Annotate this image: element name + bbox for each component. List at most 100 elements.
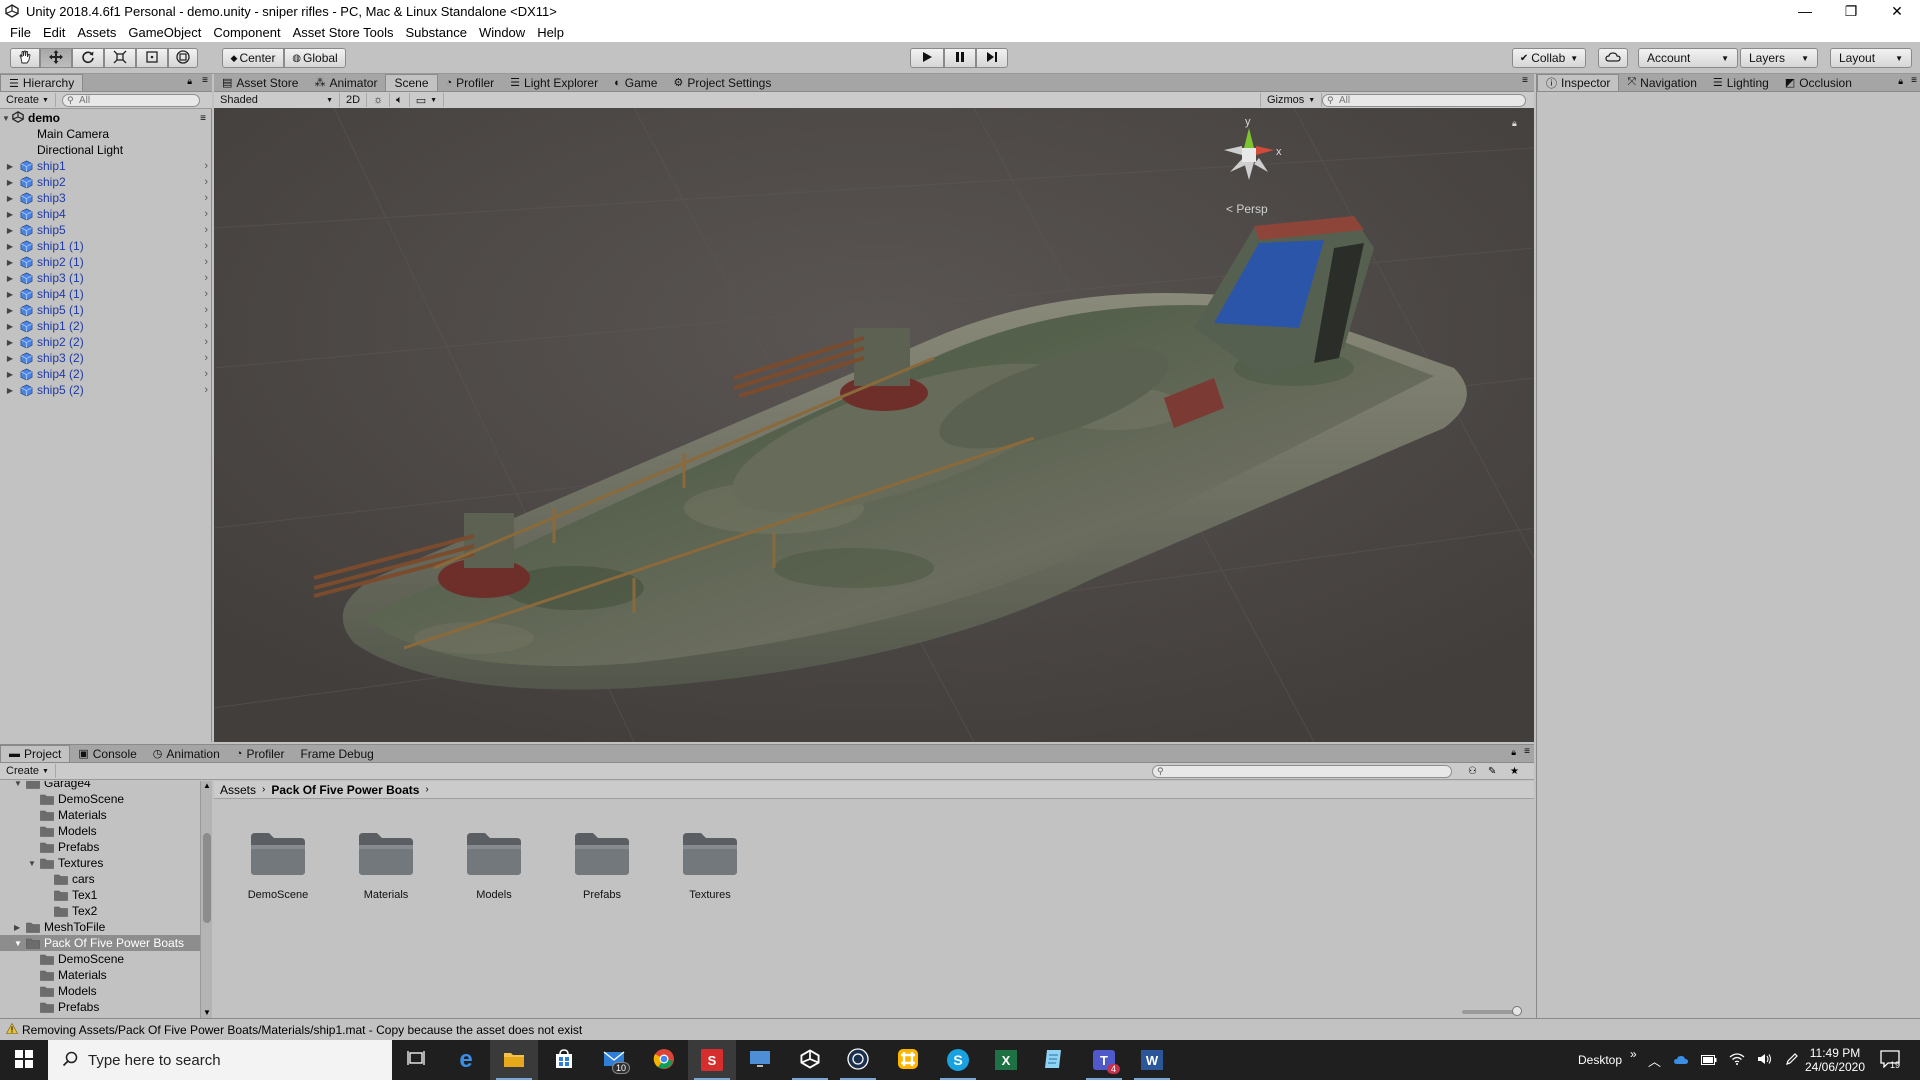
- expand-closed-icon[interactable]: ▶: [0, 210, 20, 219]
- open-prefab-chevron-icon[interactable]: ›: [204, 176, 208, 188]
- taskbar-unity[interactable]: [786, 1040, 834, 1080]
- folder-tree-item[interactable]: Prefabs: [0, 839, 200, 855]
- open-prefab-chevron-icon[interactable]: ›: [204, 304, 208, 316]
- folder-tree-item[interactable]: Tex2: [0, 903, 200, 919]
- open-prefab-chevron-icon[interactable]: ›: [204, 368, 208, 380]
- menu-window[interactable]: Window: [473, 25, 531, 40]
- expand-closed-icon[interactable]: ▶: [0, 258, 20, 267]
- open-prefab-chevron-icon[interactable]: ›: [204, 192, 208, 204]
- panel-menu-icon[interactable]: ≡: [200, 113, 206, 124]
- open-prefab-chevron-icon[interactable]: ›: [204, 336, 208, 348]
- menu-component[interactable]: Component: [207, 25, 286, 40]
- hierarchy-item[interactable]: ▶ ship4 (2) ›: [0, 366, 212, 382]
- rotate-tool-button[interactable]: [72, 48, 104, 68]
- scene-root-row[interactable]: ▼ demo ≡: [0, 110, 212, 126]
- restore-button[interactable]: ❐: [1828, 0, 1874, 22]
- taskbar-mail[interactable]: 10: [590, 1040, 638, 1080]
- action-center-button[interactable]: 19: [1880, 1040, 1900, 1080]
- volume-icon[interactable]: [1757, 1053, 1773, 1068]
- layout-dropdown[interactable]: Layout ▼: [1830, 48, 1912, 68]
- orientation-gizmo[interactable]: y x: [1214, 116, 1284, 190]
- taskbar-store[interactable]: [540, 1040, 588, 1080]
- hierarchy-item[interactable]: ▶ ship3 (1) ›: [0, 270, 212, 286]
- open-prefab-chevron-icon[interactable]: ›: [204, 272, 208, 284]
- expand-closed-icon[interactable]: ▶: [0, 338, 20, 347]
- scene-viewport[interactable]: y x 🔒︎ < Persp: [214, 108, 1534, 742]
- folder-tree-item[interactable]: Models: [0, 983, 200, 999]
- expand-closed-icon[interactable]: ▶: [0, 370, 20, 379]
- status-message[interactable]: Removing Assets/Pack Of Five Power Boats…: [22, 1023, 582, 1037]
- slider-thumb[interactable]: [1512, 1006, 1522, 1016]
- open-prefab-chevron-icon[interactable]: ›: [204, 208, 208, 220]
- pause-button[interactable]: [944, 48, 976, 68]
- menu-file[interactable]: File: [4, 25, 37, 40]
- taskbar-substance[interactable]: S: [688, 1040, 736, 1080]
- battery-icon[interactable]: [1701, 1053, 1717, 1068]
- scene-effects-dropdown[interactable]: ▭ ▼: [410, 93, 445, 107]
- tab-profiler[interactable]: ◔ Profiler: [438, 74, 503, 91]
- taskbar-excel[interactable]: X: [982, 1040, 1030, 1080]
- tab-profiler-bottom[interactable]: ◔ Profiler: [228, 745, 293, 762]
- gizmos-dropdown[interactable]: Gizmos ▼: [1260, 93, 1323, 107]
- tab-console[interactable]: ▣ Console: [70, 745, 144, 762]
- asset-folder-item[interactable]: Models: [444, 819, 544, 905]
- hierarchy-item[interactable]: ▶ ship2 (1) ›: [0, 254, 212, 270]
- expand-closed-icon[interactable]: ▶: [0, 306, 20, 315]
- hierarchy-search-input[interactable]: ⚲ All: [61, 93, 200, 107]
- panel-menu-icon[interactable]: ≡: [1522, 75, 1528, 86]
- panel-menu-icon[interactable]: ≡: [202, 75, 208, 86]
- hand-tool-button[interactable]: [10, 48, 40, 68]
- collab-button[interactable]: ✔ Collab ▼: [1512, 48, 1586, 68]
- taskbar-skype[interactable]: S: [934, 1040, 982, 1080]
- hierarchy-item[interactable]: ▶ ship3 (2) ›: [0, 350, 212, 366]
- tab-animator[interactable]: ⁂ Animator: [306, 74, 385, 91]
- project-search-input[interactable]: ⚲: [1152, 764, 1452, 778]
- asset-folder-item[interactable]: Textures: [660, 819, 760, 905]
- taskbar-file-explorer[interactable]: [490, 1040, 538, 1080]
- taskbar-search-box[interactable]: Type here to search: [48, 1040, 392, 1080]
- folder-tree-item[interactable]: DemoScene: [0, 951, 200, 967]
- tab-frame-debug[interactable]: Frame Debug: [292, 745, 381, 762]
- hierarchy-item[interactable]: ▶ ship5 (1) ›: [0, 302, 212, 318]
- hierarchy-item[interactable]: ▶ ship4 ›: [0, 206, 212, 222]
- folder-tree-item[interactable]: ▼ Pack Of Five Power Boats: [0, 935, 200, 951]
- toggle-2d-button[interactable]: 2D: [340, 93, 368, 107]
- taskbar-edge[interactable]: e: [442, 1040, 490, 1080]
- expand-closed-icon[interactable]: ▶: [14, 923, 26, 932]
- tab-asset-store[interactable]: ▤ Asset Store: [214, 74, 306, 91]
- folder-tree-item[interactable]: ▼ Textures: [0, 855, 200, 871]
- expand-open-icon[interactable]: ▼: [14, 939, 26, 948]
- desktop-toolbar[interactable]: Desktop »: [1578, 1040, 1637, 1080]
- step-button[interactable]: [976, 48, 1008, 68]
- hierarchy-item[interactable]: ▶ ship4 (1) ›: [0, 286, 212, 302]
- open-prefab-chevron-icon[interactable]: ›: [204, 160, 208, 172]
- expand-closed-icon[interactable]: ▶: [0, 274, 20, 283]
- open-prefab-chevron-icon[interactable]: ›: [204, 320, 208, 332]
- hierarchy-item[interactable]: ▶ ship3 ›: [0, 190, 212, 206]
- breadcrumb-assets[interactable]: Assets: [220, 783, 256, 797]
- expand-open-icon[interactable]: ▼: [28, 859, 40, 868]
- panel-menu-icon[interactable]: ≡: [1524, 746, 1530, 757]
- scene-search-input[interactable]: ⚲ All: [1322, 93, 1526, 107]
- scene-audio-toggle[interactable]: 🔈︎: [390, 93, 410, 107]
- lock-icon[interactable]: 🔒︎: [1898, 76, 1903, 87]
- expand-open-icon[interactable]: ▼: [14, 781, 26, 788]
- folder-tree-item[interactable]: Materials: [0, 967, 200, 983]
- asset-folder-item[interactable]: Prefabs: [552, 819, 652, 905]
- tab-navigation[interactable]: ⤧ Navigation: [1619, 74, 1705, 91]
- hierarchy-item[interactable]: ▶ ship1 (2) ›: [0, 318, 212, 334]
- folder-tree-item[interactable]: cars: [0, 871, 200, 887]
- panel-menu-icon[interactable]: ≡: [1911, 75, 1917, 86]
- scroll-up-icon[interactable]: ▲: [203, 781, 211, 790]
- hierarchy-item[interactable]: ▶ ship2 ›: [0, 174, 212, 190]
- menu-edit[interactable]: Edit: [37, 25, 71, 40]
- expand-closed-icon[interactable]: ▶: [0, 226, 20, 235]
- taskbar-notepad[interactable]: [1030, 1040, 1078, 1080]
- lock-icon[interactable]: 🔒︎: [187, 76, 192, 87]
- close-button[interactable]: ✕: [1874, 0, 1920, 22]
- filter-by-label-icon[interactable]: ✎: [1488, 766, 1496, 777]
- taskbar-chrome[interactable]: [640, 1040, 688, 1080]
- onedrive-cloud-icon[interactable]: [1673, 1053, 1689, 1068]
- expand-closed-icon[interactable]: ▶: [0, 194, 20, 203]
- shading-mode-dropdown[interactable]: Shaded ▼: [214, 93, 340, 107]
